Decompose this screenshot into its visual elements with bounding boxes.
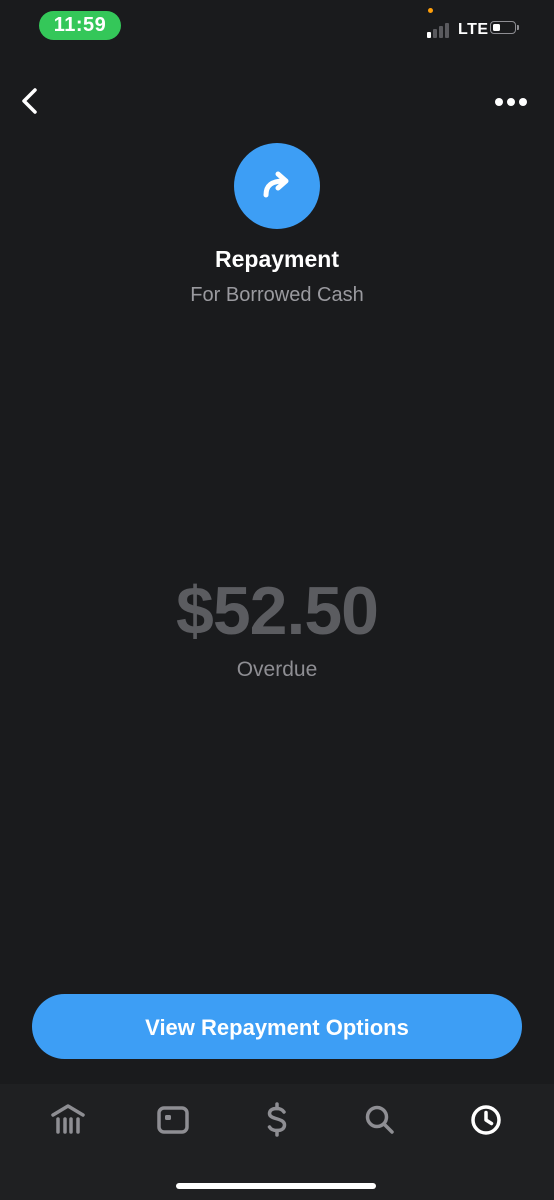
search-icon: [365, 1105, 394, 1134]
tab-payments[interactable]: [257, 1100, 297, 1140]
battery-icon: [490, 21, 519, 36]
card-icon: [157, 1106, 189, 1134]
arrow-curved-right-icon: [263, 171, 289, 198]
status-time: 11:59: [39, 11, 121, 40]
cellular-signal-icon: [427, 20, 453, 38]
transaction-subtitle: For Borrowed Cash: [190, 284, 364, 306]
tab-search[interactable]: [360, 1100, 400, 1140]
bank-icon: [51, 1104, 85, 1134]
transaction-title: Repayment: [215, 246, 339, 272]
transaction-avatar: [234, 143, 320, 229]
home-indicator[interactable]: [176, 1183, 376, 1189]
transaction-status: Overdue: [236, 658, 318, 681]
tab-card[interactable]: [153, 1100, 193, 1140]
clock-icon: [471, 1105, 501, 1135]
network-type: LTE: [458, 21, 489, 38]
chevron-left-icon: [22, 88, 37, 114]
view-repayment-options-button[interactable]: View Repayment Options: [32, 994, 522, 1059]
more-options-button[interactable]: [490, 88, 532, 116]
status-bar: 11:59 LTE: [0, 0, 554, 56]
dollar-icon: [267, 1102, 287, 1137]
back-button[interactable]: [14, 84, 48, 118]
privacy-indicator: [428, 8, 433, 13]
tab-banking[interactable]: [48, 1100, 88, 1140]
tab-activity[interactable]: [466, 1100, 506, 1140]
transaction-amount: $52.50: [176, 573, 379, 649]
ellipsis-horizontal-icon: [495, 98, 527, 106]
